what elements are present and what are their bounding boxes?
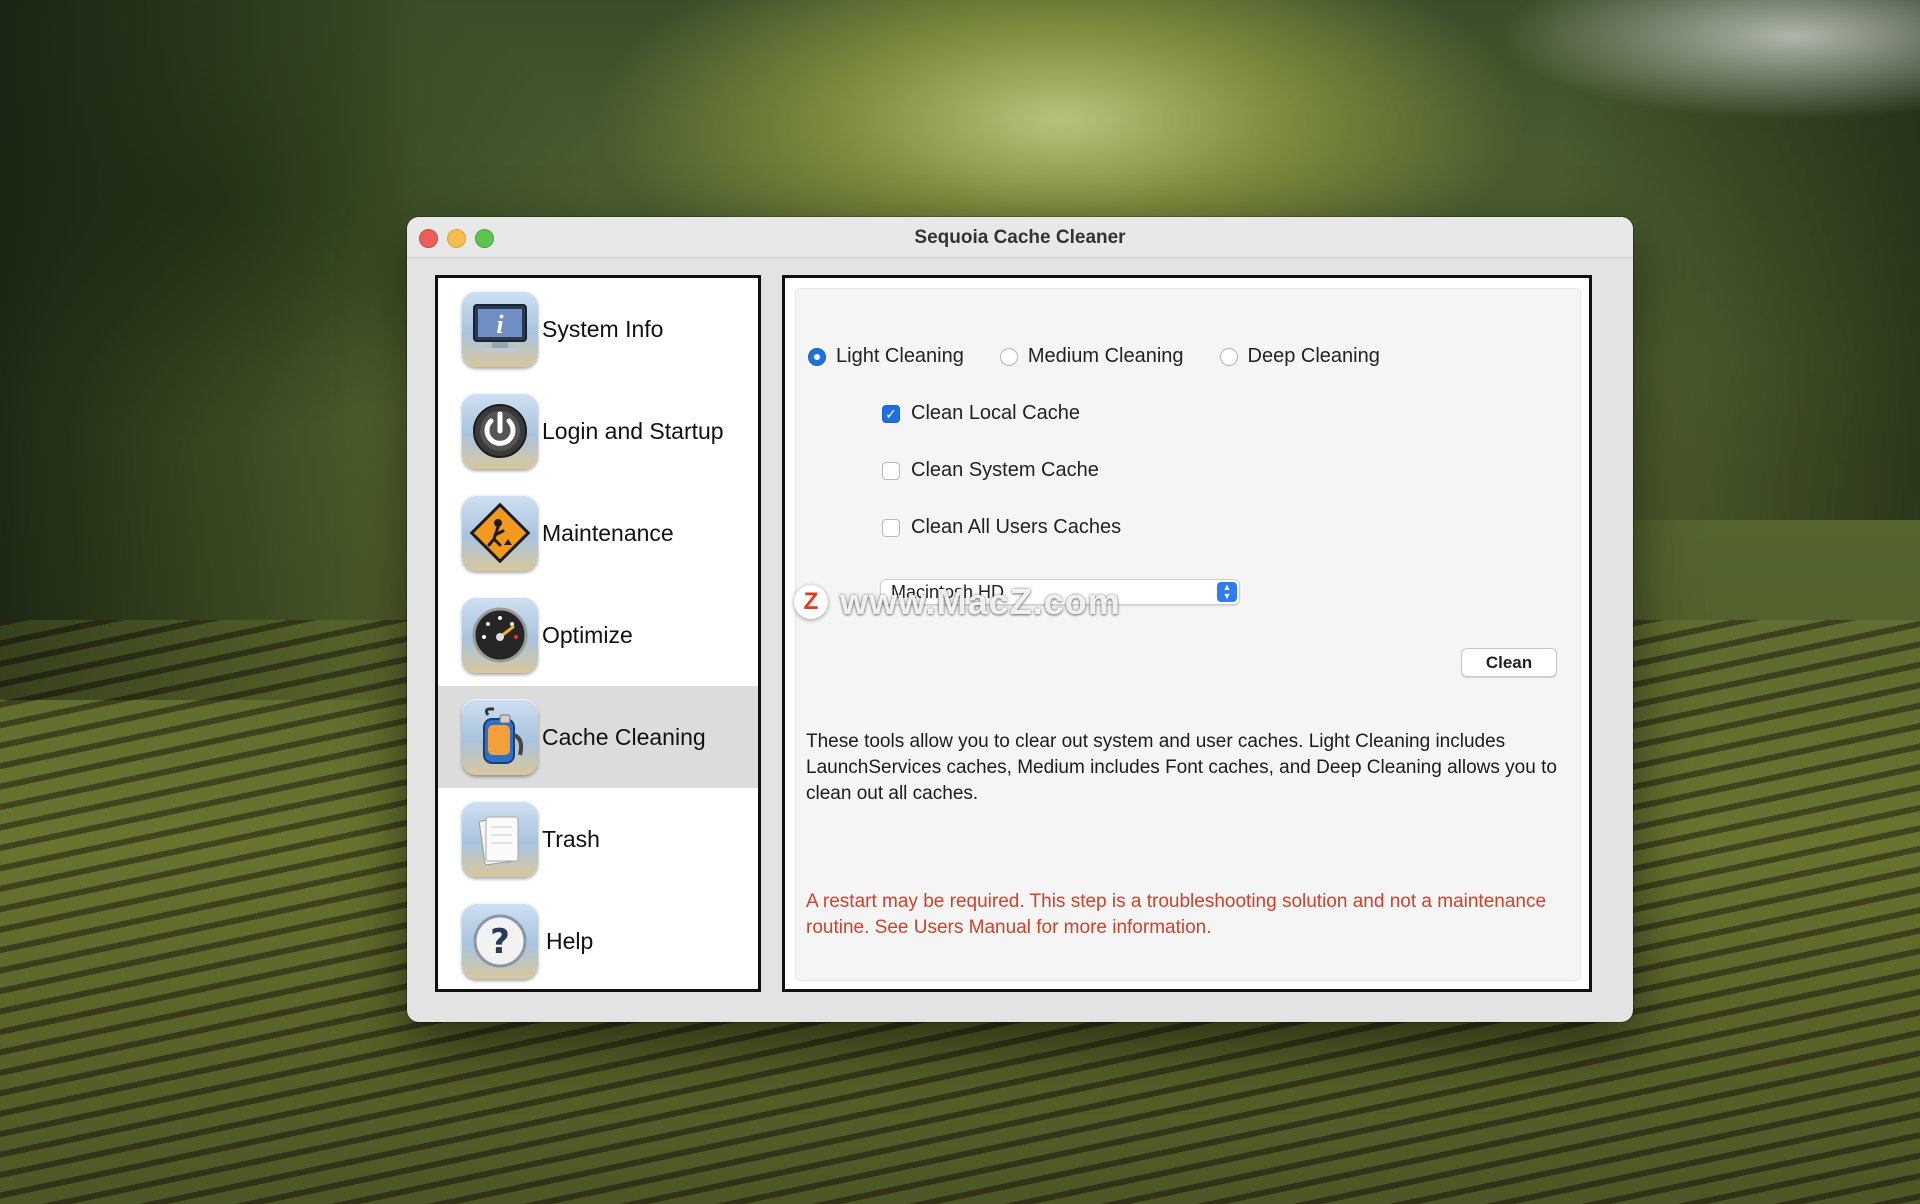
- radio-button[interactable]: [999, 347, 1018, 366]
- cleaning-description: These tools allow you to clear out syste…: [806, 731, 1557, 804]
- desktop-forest-left: [0, 0, 420, 700]
- cleaning-options-box: Light Cleaning Medium Cleaning Deep Clea…: [795, 288, 1581, 981]
- svg-text:?: ?: [490, 922, 510, 962]
- watermark-logo: Z: [794, 585, 828, 619]
- restart-warning: A restart may be required. This step is …: [806, 891, 1547, 938]
- sidebar-item-optimize[interactable]: Optimize: [438, 584, 758, 686]
- select-arrows-icon: ▲ ▼: [1217, 582, 1237, 602]
- watermark-text: www.MacZ.com: [840, 581, 1121, 622]
- checkbox[interactable]: [882, 461, 900, 480]
- title-bar[interactable]: Sequoia Cache Cleaner: [407, 217, 1633, 258]
- power-icon: [462, 393, 538, 469]
- sidebar-item-trash[interactable]: Trash: [438, 788, 758, 890]
- checkbox-label: Clean All Users Caches: [911, 516, 1122, 538]
- radio-label: Light Cleaning: [836, 345, 964, 367]
- watermark: Z www.MacZ.com: [794, 581, 1121, 622]
- vacuum-cleaner-icon: [462, 699, 538, 775]
- checkbox[interactable]: [882, 518, 900, 537]
- cache-cleaning-panel: Light Cleaning Medium Cleaning Deep Clea…: [782, 275, 1592, 992]
- sidebar-item-cache-cleaning[interactable]: Cache Cleaning: [438, 686, 758, 788]
- sidebar-item-label: System Info: [542, 315, 664, 342]
- checkbox-clean-local-cache[interactable]: ✓ Clean Local Cache: [882, 402, 1080, 425]
- gauge-icon: [462, 597, 538, 673]
- radio-deep-cleaning[interactable]: Deep Cleaning: [1219, 345, 1380, 368]
- radio-medium-cleaning[interactable]: Medium Cleaning: [999, 345, 1184, 368]
- trash-papers-icon: [462, 801, 538, 877]
- checkbox-clean-system-cache[interactable]: Clean System Cache: [882, 459, 1099, 482]
- cleaning-mode-group: Light Cleaning Medium Cleaning Deep Clea…: [808, 345, 1416, 368]
- sidebar-item-system-info[interactable]: i System Info: [438, 278, 758, 380]
- sidebar-item-label: Trash: [542, 825, 600, 852]
- sidebar-item-login-startup[interactable]: Login and Startup: [438, 380, 758, 482]
- checkbox-label: Clean Local Cache: [911, 402, 1080, 424]
- radio-button-selected[interactable]: [808, 347, 826, 366]
- window-title: Sequoia Cache Cleaner: [914, 227, 1126, 248]
- question-icon: ?: [462, 903, 538, 979]
- sidebar-item-label: Cache Cleaning: [542, 723, 706, 750]
- checkbox-clean-all-users-caches[interactable]: Clean All Users Caches: [882, 516, 1121, 539]
- sidebar-item-label: Optimize: [542, 621, 633, 648]
- sidebar-item-help[interactable]: ? Help: [438, 890, 758, 992]
- sidebar-item-maintenance[interactable]: Maintenance: [438, 482, 758, 584]
- svg-text:i: i: [496, 310, 504, 339]
- radio-button[interactable]: [1219, 347, 1238, 366]
- sidebar-item-label: Help: [546, 927, 594, 954]
- construction-sign-icon: [462, 495, 538, 571]
- sidebar-item-label: Login and Startup: [542, 417, 724, 444]
- clean-button[interactable]: Clean: [1461, 648, 1557, 677]
- sidebar-item-label: Maintenance: [542, 519, 674, 546]
- checkbox-checked[interactable]: ✓: [882, 404, 900, 423]
- info-monitor-icon: i: [462, 291, 538, 367]
- sidebar: i System Info Login and Startup Maintena…: [435, 275, 761, 992]
- radio-label: Medium Cleaning: [1027, 345, 1184, 367]
- radio-label: Deep Cleaning: [1247, 345, 1380, 367]
- desktop-fog: [1500, 0, 1920, 120]
- checkbox-label: Clean System Cache: [911, 459, 1099, 481]
- radio-light-cleaning[interactable]: Light Cleaning: [808, 345, 964, 368]
